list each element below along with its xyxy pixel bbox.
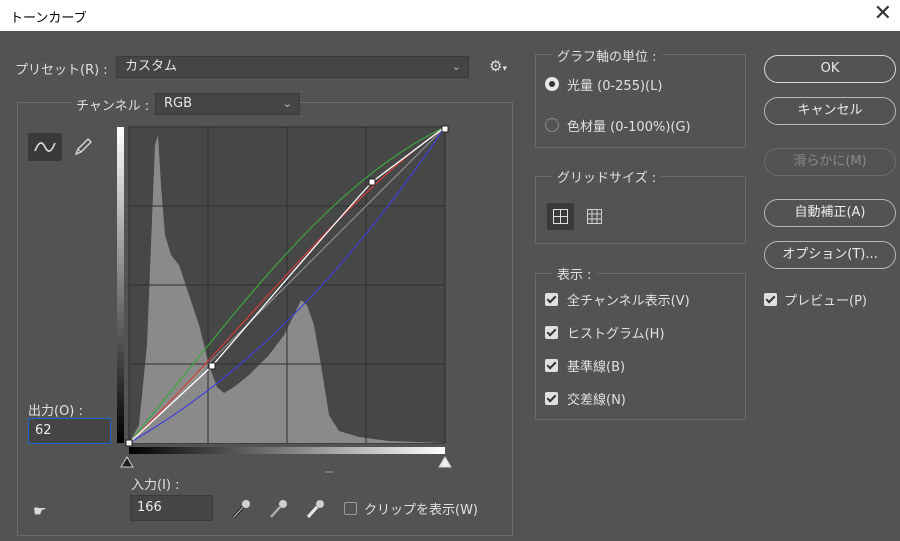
output-gradient (117, 127, 124, 443)
detailed-grid-button[interactable] (581, 203, 608, 230)
curve-point[interactable] (125, 439, 133, 447)
display-title: 表示 : (552, 264, 597, 283)
smooth-button[interactable]: 滑らかに(M) (764, 148, 896, 176)
window-title: トーンカーブ (10, 11, 87, 26)
curve-tool-icon (34, 142, 56, 152)
title-bar: トーンカーブ ✕ (0, 0, 900, 31)
cancel-button[interactable]: キャンセル (764, 97, 896, 125)
preset-value: カスタム (125, 59, 178, 74)
unit-label-pigment: 色材量 (0-100%)(G) (567, 120, 691, 135)
gray-eyedropper-icon[interactable] (267, 497, 289, 521)
white-eyedropper-icon[interactable] (304, 497, 326, 521)
unit-label-light: 光量 (0-255)(L) (567, 79, 663, 94)
curve-tool-button[interactable] (28, 133, 62, 161)
preset-select[interactable]: カスタム ⌄ (116, 56, 469, 78)
grid-size-title: グリッドサイズ : (552, 167, 662, 186)
curve-point[interactable] (208, 362, 216, 370)
close-icon[interactable]: ✕ (874, 3, 892, 25)
display-all-channels-checkbox[interactable] (545, 293, 558, 306)
pencil-tool-button[interactable] (68, 133, 96, 161)
display-baseline-label: 基準線(B) (567, 360, 626, 375)
chevron-down-icon: ⌄ (451, 60, 461, 73)
simple-grid-button[interactable] (547, 203, 574, 230)
auto-button[interactable]: 自動補正(A) (764, 199, 896, 227)
gear-icon[interactable]: ⚙▾ (489, 57, 507, 75)
black-eyedropper-icon[interactable] (230, 497, 252, 521)
targeted-adjustment-icon[interactable]: ☛ (33, 502, 46, 520)
unit-radio-pigment[interactable] (545, 118, 559, 132)
input-label: 入力(I) : (131, 478, 180, 493)
channel-value: RGB (164, 96, 193, 111)
black-point-slider[interactable] (120, 456, 134, 468)
channel-label: チャンネル : (72, 95, 154, 114)
input-gradient (129, 447, 445, 454)
display-baseline-checkbox[interactable] (545, 359, 558, 372)
simple-grid-icon (553, 209, 568, 224)
pencil-icon (74, 138, 92, 156)
curve-point[interactable] (368, 178, 376, 186)
input-field[interactable]: 166 (130, 495, 213, 521)
clip-checkbox[interactable] (344, 502, 357, 515)
display-all-channels-label: 全チャンネル表示(V) (567, 294, 690, 309)
display-histogram-label: ヒストグラム(H) (567, 327, 665, 342)
graph-unit-title: グラフ軸の単位 : (552, 46, 662, 65)
detailed-grid-icon (587, 209, 602, 224)
chevron-down-icon: ⌄ (282, 97, 292, 110)
white-point-slider[interactable] (438, 456, 452, 468)
ok-button[interactable]: OK (764, 55, 896, 83)
unit-radio-light[interactable] (545, 77, 559, 91)
display-intersection-checkbox[interactable] (545, 392, 558, 405)
preview-checkbox[interactable] (764, 293, 777, 306)
output-label: 出力(O) : (28, 404, 83, 419)
display-histogram-checkbox[interactable] (545, 326, 558, 339)
display-intersection-label: 交差線(N) (567, 393, 626, 408)
channel-select[interactable]: RGB ⌄ (155, 93, 300, 115)
curve-point[interactable] (441, 125, 449, 133)
preset-label: プリセット(R) : (15, 63, 108, 78)
output-field[interactable]: 62 (28, 418, 111, 444)
options-button[interactable]: オプション(T)... (764, 241, 896, 269)
curves-dialog: プリセット(R) : カスタム ⌄ ⚙▾ チャンネル : RGB ⌄ 出力(O)… (0, 31, 900, 541)
curve-graph[interactable] (115, 125, 455, 477)
preview-label: プレビュー(P) (784, 294, 867, 309)
clip-label: クリップを表示(W) (364, 503, 478, 518)
